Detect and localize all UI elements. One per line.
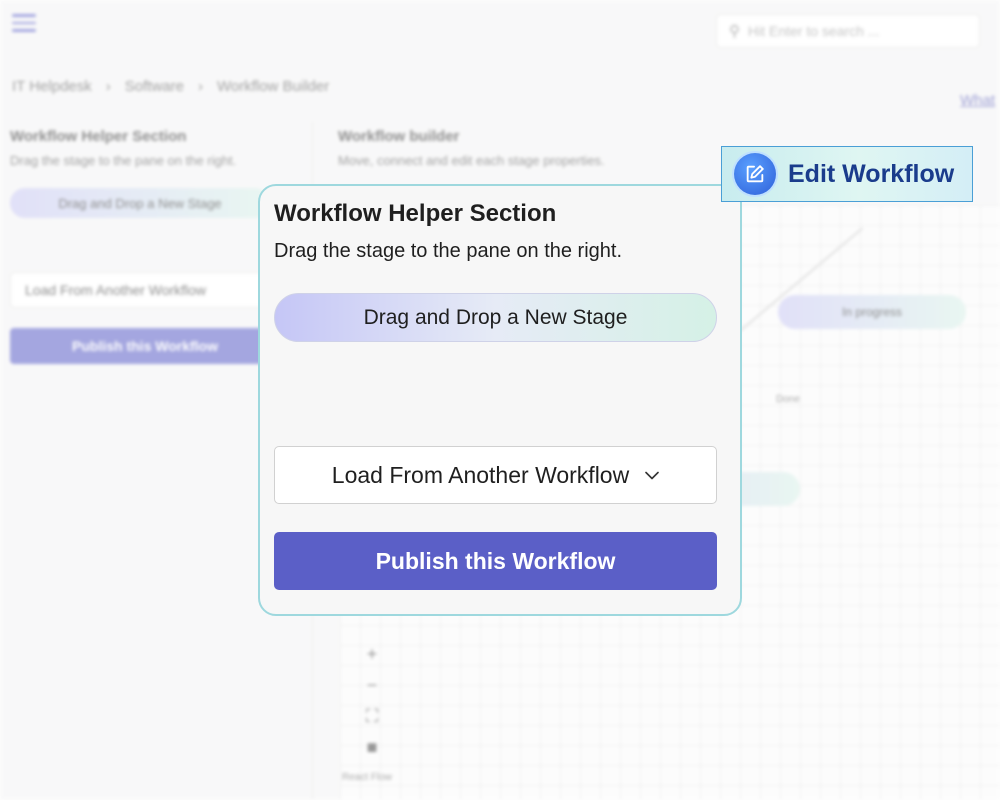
chevron-right-icon: › [105, 78, 111, 95]
zoom-in-icon[interactable]: + [367, 644, 378, 665]
panel-title: Workflow Helper Section [274, 200, 557, 227]
bg-load-select[interactable]: Load From Another Workflow [10, 272, 280, 308]
bg-stage-button[interactable]: Drag and Drop a New Stage [10, 188, 270, 218]
bg-helper-subtitle: Drag the stage to the pane on the right. [10, 153, 237, 168]
search-placeholder: Hit Enter to search ... [748, 23, 880, 39]
panel-subtitle: Drag the stage to the pane on the right. [274, 240, 623, 262]
zoom-out-icon[interactable]: − [367, 675, 378, 696]
load-workflow-dropdown[interactable]: Load From Another Workflow [274, 446, 717, 504]
bg-helper-title: Workflow Helper Section [10, 128, 187, 145]
attribution-label: React Flow [342, 772, 393, 783]
bg-helper-section: Workflow Helper Section Drag the stage t… [10, 128, 300, 364]
hamburger-menu-icon[interactable] [12, 14, 36, 34]
lock-icon[interactable]: ■ [367, 737, 378, 758]
fit-view-icon[interactable]: ⛶ [366, 706, 379, 727]
bg-publish-button[interactable]: Publish this Workflow [10, 328, 280, 364]
drag-new-stage-button[interactable]: Drag and Drop a New Stage [274, 293, 717, 342]
workflow-helper-panel: Workflow Helper Section Drag the stage t… [258, 184, 742, 616]
breadcrumb: IT Helpdesk › Software › Workflow Builde… [12, 78, 329, 95]
workflow-node[interactable]: In progress [778, 295, 966, 329]
edge-label: Done [776, 394, 800, 405]
edit-workflow-callout: Edit Workflow [721, 146, 973, 202]
edit-icon [734, 153, 776, 195]
breadcrumb-item[interactable]: Software [125, 78, 184, 95]
breadcrumb-item: Workflow Builder [216, 78, 330, 95]
breadcrumb-item[interactable]: IT Helpdesk [12, 78, 92, 95]
publish-workflow-button[interactable]: Publish this Workflow [274, 532, 717, 590]
canvas-controls: + − ⛶ ■ [356, 644, 388, 758]
chevron-right-icon: › [197, 78, 203, 95]
bg-builder-header: Workflow builder Move, connect and edit … [338, 128, 605, 168]
load-workflow-label: Load From Another Workflow [331, 461, 630, 488]
search-icon: ⚲ [729, 23, 740, 40]
search-input[interactable]: ⚲ Hit Enter to search ... [716, 14, 980, 48]
chevron-down-icon [645, 471, 660, 480]
bg-builder-title: Workflow builder [338, 128, 460, 145]
bg-builder-subtitle: Move, connect and edit each stage proper… [338, 153, 605, 168]
callout-label: Edit Workflow [788, 159, 955, 188]
help-link[interactable]: What [960, 92, 995, 109]
